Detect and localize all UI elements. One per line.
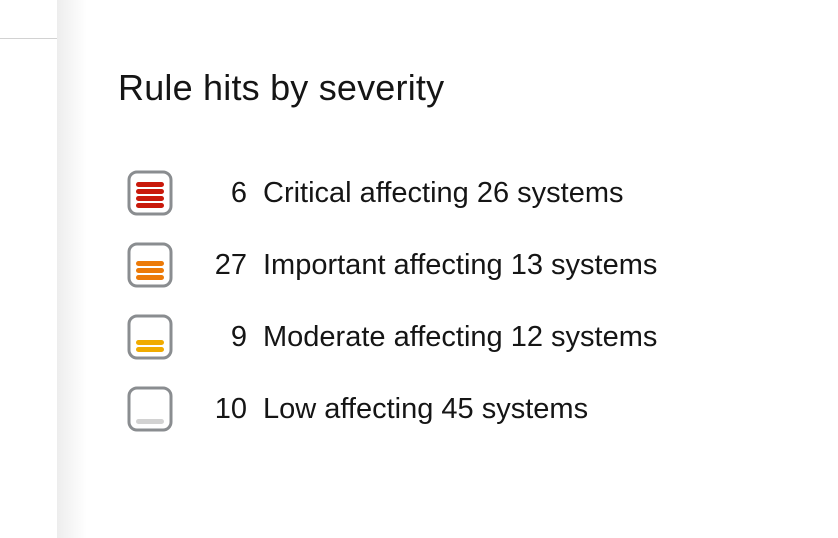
severity-bar: [136, 347, 164, 352]
severity-count: 27: [214, 249, 247, 281]
rule-hits-card: Rule hits by severity 6 Critical affecti…: [57, 0, 838, 538]
severity-count: 9: [230, 321, 247, 353]
severity-label[interactable]: Low affecting 45 systems: [263, 391, 588, 427]
severity-row-low[interactable]: 10 Low affecting 45 systems: [127, 386, 657, 432]
left-pane: [0, 0, 57, 538]
severity-bar: [136, 275, 164, 280]
severity-count: 10: [214, 393, 247, 425]
important-severity-icon: [127, 242, 173, 288]
severity-label[interactable]: Important affecting 13 systems: [263, 247, 657, 283]
severity-row-critical[interactable]: 6 Critical affecting 26 systems: [127, 170, 657, 216]
severity-bar: [136, 189, 164, 194]
severity-bar: [136, 261, 164, 266]
severity-bar: [136, 196, 164, 201]
severity-bar: [136, 182, 164, 187]
left-pane-divider: [0, 38, 57, 39]
critical-severity-icon: [127, 170, 173, 216]
severity-bar: [136, 419, 164, 424]
severity-row-important[interactable]: 27 Important affecting 13 systems: [127, 242, 657, 288]
severity-bar: [136, 203, 164, 208]
severity-label[interactable]: Critical affecting 26 systems: [263, 175, 624, 211]
moderate-severity-icon: [127, 314, 173, 360]
low-severity-icon: [127, 386, 173, 432]
severity-list: 6 Critical affecting 26 systems 27 Impor…: [127, 170, 657, 458]
severity-bar: [136, 340, 164, 345]
severity-bar: [136, 268, 164, 273]
severity-row-moderate[interactable]: 9 Moderate affecting 12 systems: [127, 314, 657, 360]
severity-label[interactable]: Moderate affecting 12 systems: [263, 319, 657, 355]
severity-count: 6: [230, 177, 247, 209]
card-title: Rule hits by severity: [118, 67, 445, 108]
